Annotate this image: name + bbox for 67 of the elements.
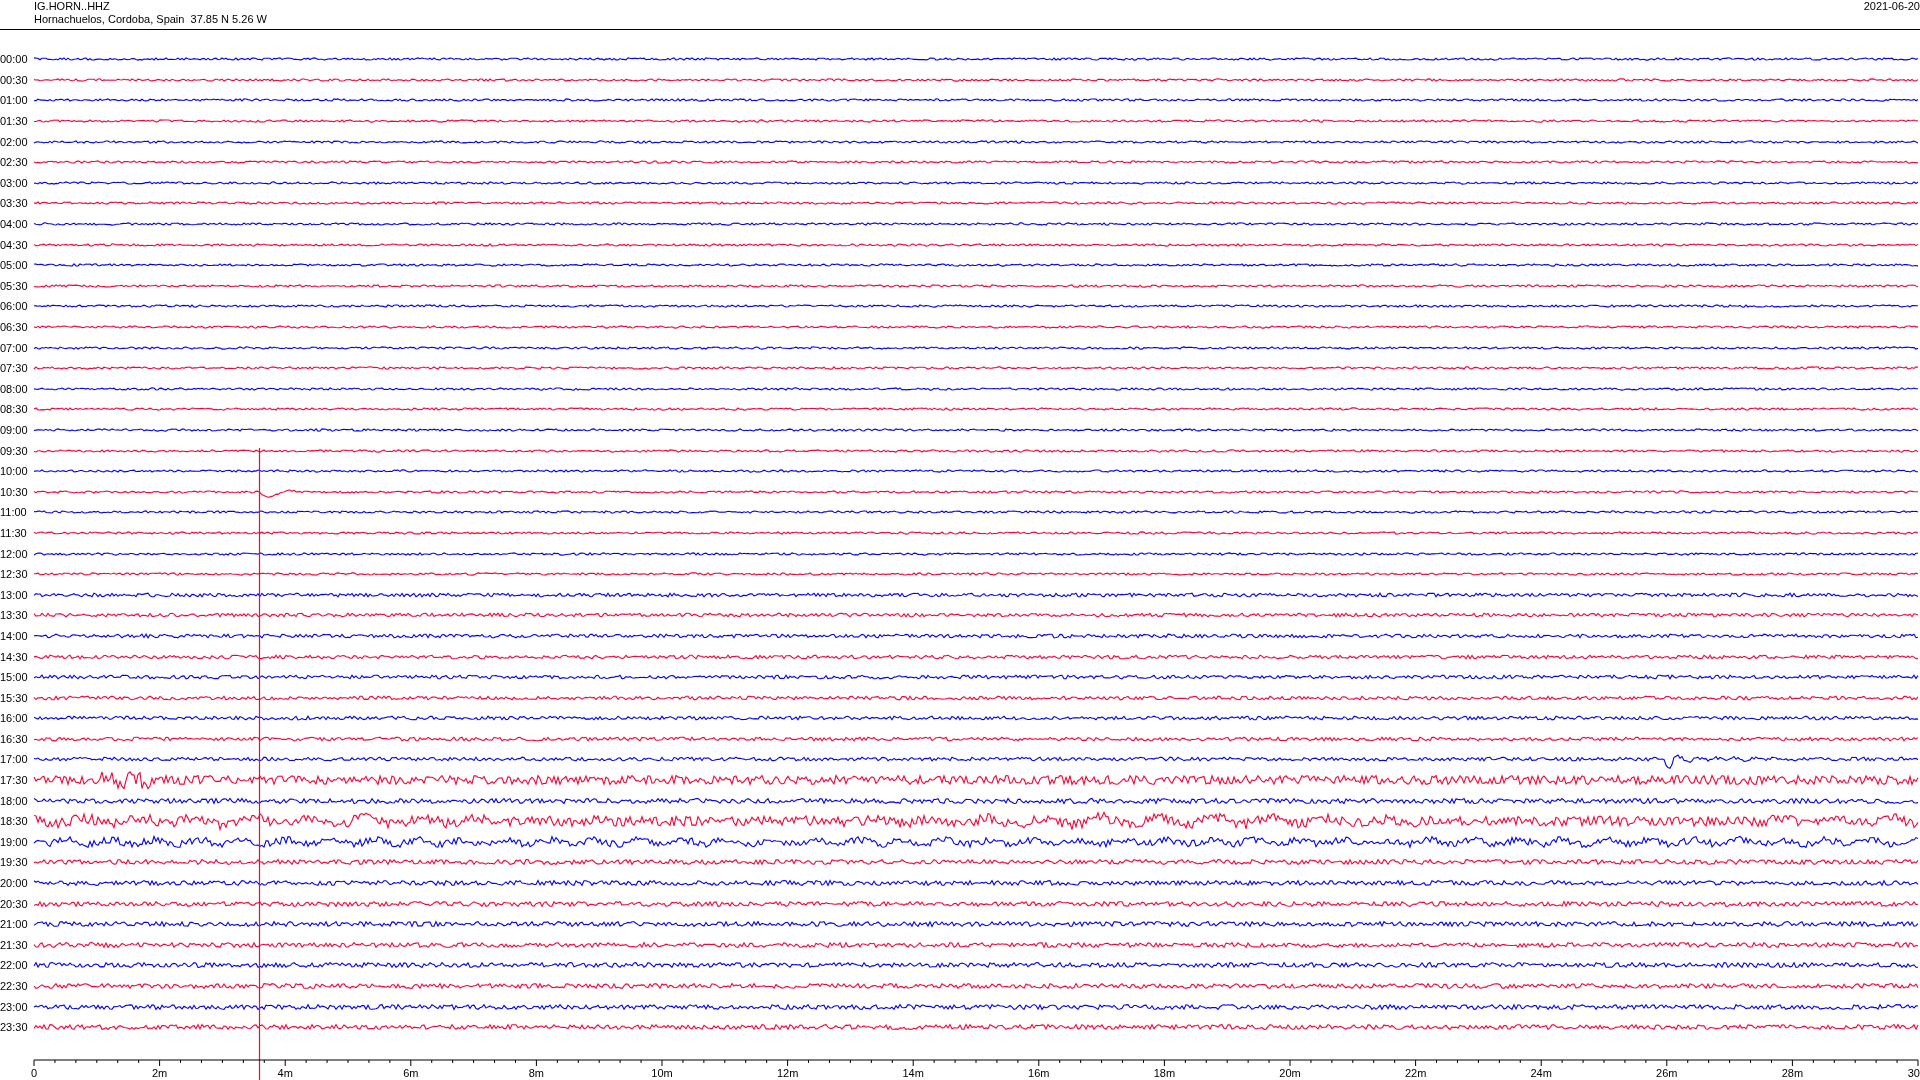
time-label: 21:30 xyxy=(0,938,29,951)
time-label: 11:00 xyxy=(0,506,28,519)
time-label: 17:00 xyxy=(0,753,29,766)
station-code: IG.HORN..HHZ xyxy=(34,0,111,13)
time-label: 13:30 xyxy=(0,609,29,622)
axis-tick-label: 20m xyxy=(1279,1067,1301,1079)
time-label: 04:30 xyxy=(0,238,29,251)
time-label: 07:00 xyxy=(0,341,29,354)
time-label: 09:30 xyxy=(0,444,29,457)
axis-tick-label: 16m xyxy=(1028,1067,1050,1079)
time-label: 10:30 xyxy=(0,485,29,498)
axis-tick-label: 22m xyxy=(1404,1067,1427,1079)
time-label: 07:30 xyxy=(0,362,29,375)
time-label: 02:30 xyxy=(0,156,29,169)
time-label: 15:00 xyxy=(0,671,29,684)
time-label: 15:30 xyxy=(0,691,29,704)
axis-tick-label: 28m xyxy=(1781,1067,1804,1079)
time-label: 22:00 xyxy=(0,959,29,972)
time-label: 04:00 xyxy=(0,218,29,231)
time-label: 18:00 xyxy=(0,794,29,807)
time-label: 11:30 xyxy=(0,526,28,539)
time-label: 06:30 xyxy=(0,321,29,333)
time-label: 18:30 xyxy=(0,815,29,828)
time-label: 19:00 xyxy=(0,835,29,848)
date-label: 2021-06-20 xyxy=(1863,0,1920,13)
time-label: 05:00 xyxy=(0,259,29,272)
time-label: 20:00 xyxy=(0,877,29,890)
time-label: 00:30 xyxy=(0,73,29,86)
time-label: 09:00 xyxy=(0,424,29,436)
time-label: 14:30 xyxy=(0,650,29,663)
time-label: 13:00 xyxy=(0,588,29,601)
time-label: 02:00 xyxy=(0,135,29,148)
time-label: 23:30 xyxy=(0,1021,29,1034)
time-label: 08:00 xyxy=(0,382,29,395)
time-label: 05:30 xyxy=(0,279,29,292)
axis-tick-label: 26m xyxy=(1656,1067,1678,1079)
axis-tick-label: 24m xyxy=(1530,1067,1552,1079)
axis-tick-label: 8m xyxy=(528,1067,545,1079)
time-label: 12:30 xyxy=(0,568,29,581)
axis-tick-label: 0 xyxy=(31,1067,38,1079)
axis-tick-label: 14m xyxy=(902,1067,924,1079)
axis-tick-label: 6m xyxy=(403,1067,419,1079)
time-label: 16:00 xyxy=(0,712,29,725)
axis-tick-label: 12m xyxy=(776,1067,799,1079)
time-label: 01:30 xyxy=(0,115,29,128)
time-label: 00:00 xyxy=(0,53,29,66)
station-location: Hornachuelos, Cordoba, Spain 37.85 N 5.26 W xyxy=(34,13,267,26)
time-label: 21:00 xyxy=(0,918,29,931)
time-label: 14:00 xyxy=(0,629,29,642)
time-label: 20:30 xyxy=(0,897,29,910)
time-label: 01:00 xyxy=(0,94,29,107)
time-label: 06:00 xyxy=(0,300,29,313)
axis-tick-label: 4m xyxy=(277,1067,293,1079)
axis-tick-label: 30 xyxy=(1907,1067,1920,1079)
axis-tick-label: 18m xyxy=(1153,1067,1176,1079)
time-label: 17:30 xyxy=(0,774,29,787)
time-label: 12:00 xyxy=(0,547,29,560)
axis-tick-label: 10m xyxy=(651,1067,673,1079)
time-label: 03:00 xyxy=(0,176,29,189)
time-label: 22:30 xyxy=(0,980,29,992)
time-label: 23:00 xyxy=(0,1000,29,1013)
time-label: 08:30 xyxy=(0,403,29,416)
time-label: 19:30 xyxy=(0,856,29,869)
time-label: 16:30 xyxy=(0,732,29,745)
time-label: 10:00 xyxy=(0,465,29,478)
axis-tick-label: 2m xyxy=(151,1067,168,1079)
time-label: 03:30 xyxy=(0,197,29,210)
